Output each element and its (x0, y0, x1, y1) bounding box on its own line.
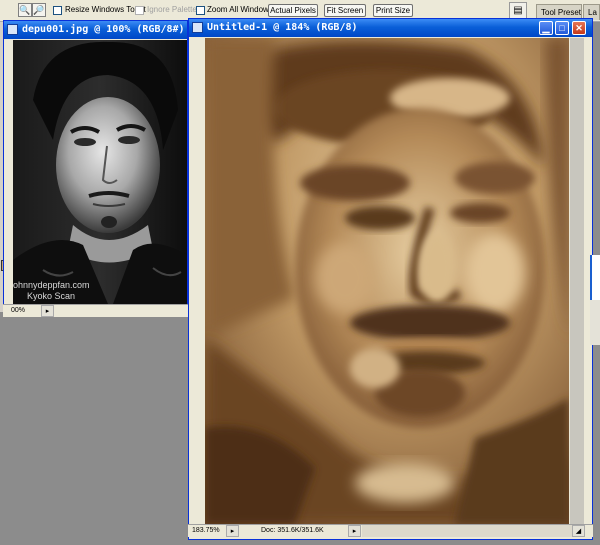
painting-window-titlebar[interactable]: Untitled-1 @ 184% (RGB/8) ▁ □ ✕ (189, 19, 592, 37)
document-icon (7, 24, 18, 35)
zoom-all-windows-label: Zoom All Windows (207, 5, 273, 14)
ignore-palettes-checkbox (135, 6, 144, 15)
maximize-button[interactable]: □ (555, 21, 569, 35)
sepia-portrait-painting (205, 38, 569, 524)
zoom-out-icon[interactable]: 🔎 (32, 3, 46, 17)
document-icon (192, 22, 203, 33)
palette-panel-edge-lower (590, 300, 600, 345)
photo-zoom-level[interactable]: 00% (11, 305, 25, 316)
resize-windows-label: Resize Windows To Fit (65, 5, 146, 14)
zoom-in-icon[interactable]: 🔍 (18, 3, 32, 17)
resize-grip-icon[interactable]: ◢ (572, 525, 585, 537)
actual-pixels-button[interactable]: Actual Pixels (268, 4, 318, 17)
reference-photo: ohnnydeppfan.com Kyoko Scan (13, 40, 187, 304)
horizontal-scrollbar[interactable] (362, 525, 572, 537)
palette-well-icon[interactable]: ▤ (509, 2, 527, 19)
painting-canvas[interactable] (205, 38, 569, 524)
photo-statusbar: 00% ▸ (3, 304, 188, 317)
watermark-scan: Kyoko Scan (27, 291, 76, 301)
ignore-palettes-label: Ignore Palettes (147, 5, 201, 14)
photo-window-titlebar[interactable]: depu001.jpg @ 100% (RGB/8#) (4, 21, 187, 39)
print-size-button[interactable]: Print Size (373, 4, 413, 17)
resize-windows-checkbox[interactable] (53, 6, 62, 15)
painting-statusbar: 183.75% ▸ Doc: 351.6K/351.6K ▸ ◢ (188, 524, 593, 537)
status-menu-arrow-icon[interactable]: ▸ (348, 525, 361, 537)
photo-window-title: depu001.jpg @ 100% (RGB/8#) (22, 24, 185, 35)
watermark-url: ohnnydeppfan.com (13, 280, 90, 290)
photo-status-arrow-icon[interactable]: ▸ (41, 305, 54, 317)
document-size: Doc: 351.6K/351.6K (261, 527, 324, 534)
vertical-scrollbar[interactable] (570, 38, 584, 524)
painting-status-arrow-icon[interactable]: ▸ (226, 525, 239, 537)
painting-zoom-level[interactable]: 183.75% (192, 525, 220, 536)
portrait-photo-image (13, 40, 187, 304)
zoom-all-windows-checkbox[interactable] (196, 6, 205, 15)
painting-window-title: Untitled-1 @ 184% (RGB/8) (207, 22, 358, 33)
close-button[interactable]: ✕ (572, 21, 586, 35)
fit-screen-button[interactable]: Fit Screen (324, 4, 366, 17)
minimize-button[interactable]: ▁ (539, 21, 553, 35)
